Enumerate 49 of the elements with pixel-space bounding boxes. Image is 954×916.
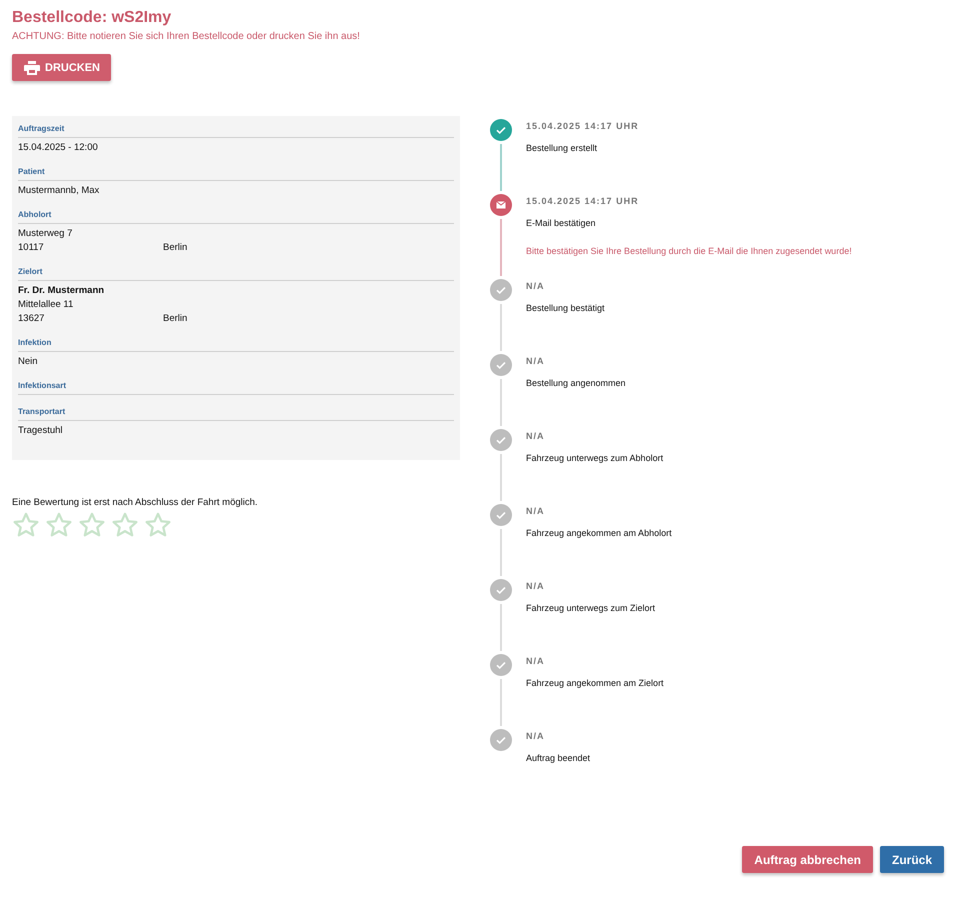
star-icon: [45, 511, 73, 539]
back-button[interactable]: Zurück: [880, 846, 944, 873]
field-value: Nein: [18, 355, 39, 369]
step-title: Fahrzeug angekommen am Zielort: [526, 678, 664, 688]
step-time: N/A: [526, 356, 546, 366]
step-time: 15.04.2025 14:17 UHR: [526, 121, 639, 131]
step-time: N/A: [526, 581, 546, 591]
field-value: Mustermannb, Max: [18, 184, 100, 198]
step-title: E-Mail bestätigen: [526, 218, 597, 228]
field-value: Berlin: [163, 312, 188, 326]
star-icon: [78, 511, 106, 539]
step-title: Bestellung angenommen: [526, 378, 626, 388]
field-value: Fr. Dr. Mustermann: [18, 284, 106, 298]
step-time: N/A: [526, 731, 546, 741]
warning-text: ACHTUNG: Bitte notieren Sie sich Ihren Bestellcode oder drucken Sie ihn aus!: [12, 31, 360, 42]
step-time: 15.04.2025 14:17 UHR: [526, 196, 640, 206]
field-value: Musterweg 7: [18, 227, 74, 241]
field-label: Infektion: [18, 338, 454, 352]
field-value: Mittelallee 11: [18, 298, 74, 312]
field-value: 15.04.2025 - 12:00: [18, 141, 99, 155]
star-icon: [12, 511, 40, 539]
step-time: N/A: [526, 656, 546, 666]
order-code-title: Bestellcode: wS2Imy: [12, 9, 172, 27]
step-title: Fahrzeug unterwegs zum Abholort: [526, 453, 664, 463]
rating-note: Eine Bewertung ist erst nach Abschluss der Fahrt möglich.: [12, 497, 259, 508]
step-time: N/A: [526, 431, 546, 441]
step-note: Bitte bestätigen Sie Ihre Bestellung durch die E-Mail die Ihnen zugesendet wurde!: [526, 246, 852, 258]
field-label: Zielort: [18, 267, 454, 281]
step-title: Fahrzeug angekommen am Abholort: [526, 528, 672, 538]
field-label: Auftragszeit: [18, 124, 454, 138]
field-value: Tragestuhl: [18, 424, 64, 438]
step-title: Bestellung bestätigt: [526, 303, 605, 313]
step-time: N/A: [526, 281, 546, 291]
star-icon: [144, 511, 172, 539]
step-time: N/A: [526, 506, 546, 516]
step-title: Fahrzeug unterwegs zum Zielort: [526, 603, 656, 613]
step-title: Bestellung erstellt: [526, 143, 598, 153]
field-value: 10117: [18, 241, 45, 255]
field-label: Transportart: [18, 407, 454, 421]
printer-icon: [24, 60, 40, 74]
field-label: Patient: [18, 167, 454, 181]
field-value: Berlin: [163, 241, 188, 255]
cancel-order-button[interactable]: Auftrag abbrechen: [742, 846, 873, 873]
star-icon: [111, 511, 139, 539]
print-button[interactable]: DRUCKEN: [12, 54, 111, 81]
field-label: Abholort: [18, 210, 454, 224]
field-value: 13627: [18, 312, 46, 326]
field-label: Infektionsart: [18, 381, 454, 395]
step-title: Auftrag beendet: [526, 753, 590, 763]
